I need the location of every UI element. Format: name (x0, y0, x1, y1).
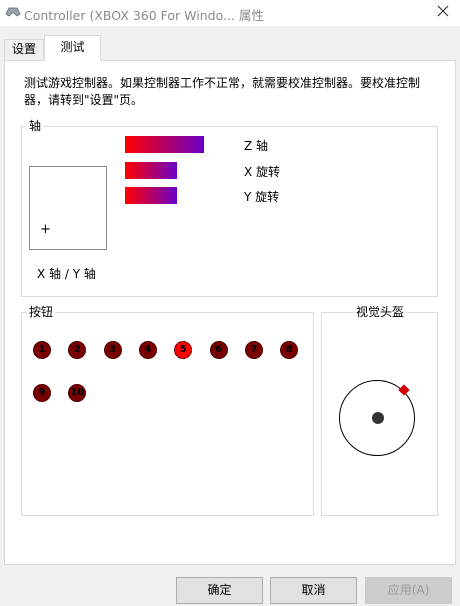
y-rotation-label: Y 旋转 (244, 190, 280, 204)
z-axis-bar-fill (125, 136, 205, 153)
xy-axis-label: X 轴 / Y 轴 (37, 267, 96, 281)
close-button[interactable] (430, 0, 458, 24)
axes-group-legend: 轴 (27, 119, 44, 133)
x-rotation-bar-fill (125, 162, 178, 179)
y-rotation-bar-fill (125, 187, 178, 204)
cancel-button[interactable]: 取消 (270, 577, 357, 604)
title-bar: Controller (XBOX 360 For Windo... 属性 (0, 0, 460, 26)
window-title: Controller (XBOX 360 For Windo... 属性 (24, 8, 264, 23)
description-text: 测试游戏控制器。如果控制器工作不正常，就需要校准控制器。要校准控制器，请转到"设… (24, 76, 421, 107)
controller-button-7: 7 (244, 341, 263, 359)
tab-settings[interactable]: 设置 (4, 39, 44, 59)
pov-group-legend: 视觉头盔 (354, 305, 407, 319)
buttons-group-legend: 按钮 (27, 305, 56, 319)
buttons-group (21, 312, 314, 516)
controller-button-1: 1 (33, 341, 51, 359)
controller-button-4: 4 (138, 341, 157, 359)
apply-button[interactable]: 应用(A) (365, 577, 452, 604)
crosshair-marker: + (40, 222, 51, 237)
tab-test[interactable]: 测试 (44, 35, 101, 61)
controller-button-3: 3 (103, 341, 122, 359)
z-axis-label: Z 轴 (244, 139, 269, 153)
xy-axis-area: + (29, 166, 107, 250)
x-rotation-bar (125, 162, 215, 179)
controller-button-9: 9 (33, 384, 51, 402)
z-axis-bar (125, 136, 215, 153)
controller-button-8: 8 (280, 341, 299, 359)
ok-button[interactable]: 确定 (176, 577, 263, 604)
close-icon (437, 5, 449, 17)
pov-center-dot (372, 412, 384, 424)
y-rotation-bar (125, 187, 215, 204)
controller-button-6: 6 (209, 341, 228, 359)
gamepad-icon (5, 5, 21, 19)
x-rotation-label: X 旋转 (244, 165, 281, 179)
